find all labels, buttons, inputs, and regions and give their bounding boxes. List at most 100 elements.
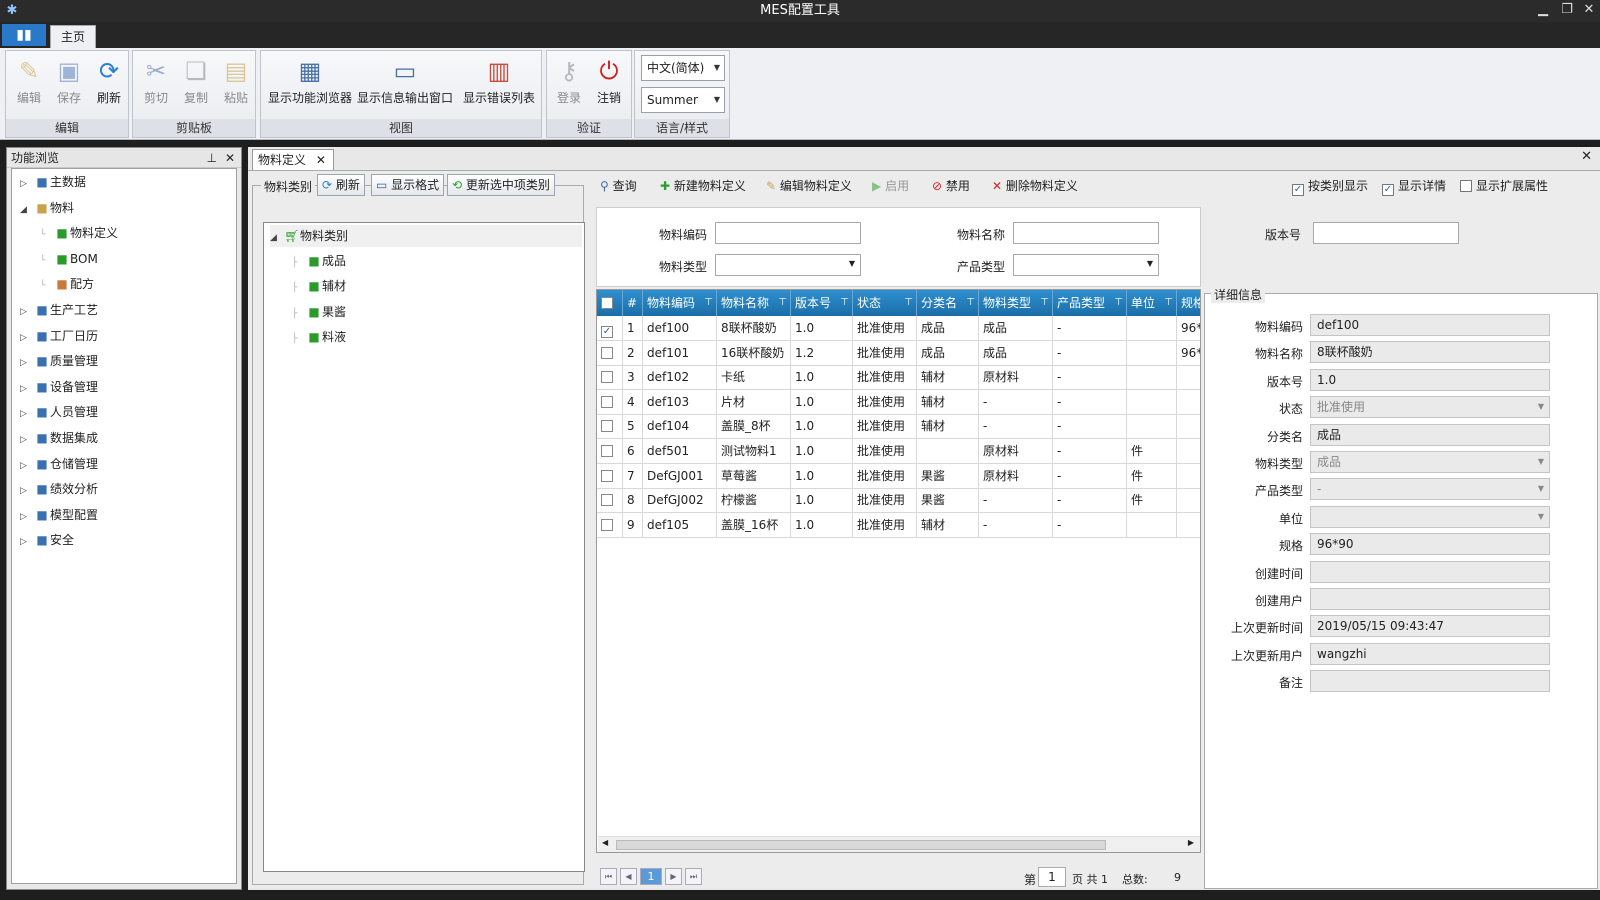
edit-material-button[interactable]: ✎ 编辑物料定义 [766,177,852,195]
filter-icon[interactable]: ⊤ [966,290,975,316]
page-1-button[interactable]: 1 [640,868,662,885]
edit-button[interactable]: ✎ 编辑 [12,55,46,106]
last-page-icon[interactable]: ⏭ [685,868,702,885]
detail-field[interactable] [1310,560,1550,583]
horizontal-scrollbar[interactable]: ◀ ▶ [598,836,1200,852]
style-select[interactable]: Summer ▼ [641,87,725,113]
column-header[interactable]: 物料名称 ⊤ [717,290,791,316]
query-button[interactable]: ⚲ 查询 [600,177,637,195]
column-header[interactable]: 版本号 ⊤ [791,290,853,316]
disable-button[interactable]: ⊘ 禁用 [932,177,970,195]
new-material-button[interactable]: ✚ 新建物料定义 [660,177,746,195]
category-tree-item[interactable]: ├ ■ 果酱 [292,301,346,323]
scroll-right-icon[interactable]: ▶ [1188,838,1194,847]
expand-icon[interactable]: ▷ [20,173,34,195]
expand-icon[interactable]: ▷ [20,480,34,502]
checkbox-checked[interactable]: ✓ [1292,184,1304,196]
refresh-button[interactable]: ⟳ 刷新 [92,55,126,106]
filter-icon[interactable]: ⊤ [704,290,713,316]
cut-button[interactable]: ✂ 剪切 [139,55,173,106]
detail-field[interactable]: 1.0 [1310,368,1550,391]
function-tree-item[interactable]: ▷ ■ 生产工艺 [20,299,98,321]
close-icon[interactable]: ✕ [1578,0,1600,22]
row-checkbox[interactable] [597,389,623,415]
by-category-checkbox[interactable]: ✓ 按类别显示 [1292,177,1368,196]
close-icon[interactable]: ✕ [316,153,326,167]
function-tree-item[interactable]: ▷ ■ 模型配置 [20,504,98,526]
table-row[interactable]: 7 DefGJ001 草莓酱 1.0 批准使用 果酱 原材料 - 件 [597,463,1200,489]
paste-button[interactable]: ▤ 粘贴 [219,55,253,106]
row-checkbox[interactable] [597,512,623,538]
logout-button[interactable]: ⏻ 注销 [591,55,627,106]
close-document-icon[interactable]: ✕ [1581,149,1592,164]
table-row[interactable]: 5 def104 盖膜_8杯 1.0 批准使用 辅材 - - [597,414,1200,440]
name-input[interactable] [1013,222,1159,244]
detail-field[interactable] [1310,670,1550,693]
expand-icon[interactable]: ▷ [20,506,34,528]
show-ext-checkbox[interactable]: 显示扩展属性 [1460,177,1548,195]
row-checkbox[interactable] [597,463,623,489]
delete-material-button[interactable]: ✕ 删除物料定义 [992,177,1078,195]
filter-icon[interactable]: ⊤ [1114,290,1123,316]
checkbox-unchecked[interactable] [601,420,613,433]
expand-icon[interactable]: ▷ [20,301,34,323]
close-icon[interactable]: ✕ [225,148,235,168]
category-tree-item[interactable]: ├ ■ 成品 [292,250,346,272]
detail-field[interactable]: wangzhi [1310,642,1550,665]
detail-field[interactable]: 8联杯酸奶 [1310,341,1550,364]
checkbox-unchecked[interactable] [601,371,613,384]
row-checkbox[interactable] [597,488,623,514]
language-select[interactable]: 中文(简体) ▼ [641,55,725,81]
checkbox-unchecked[interactable] [601,469,613,482]
expand-icon[interactable]: ▷ [20,352,34,374]
function-tree-item[interactable]: └ ■ 配方 [40,273,94,295]
minimize-icon[interactable]: ▁ [1532,0,1554,22]
restore-icon[interactable]: ❐ [1556,0,1578,22]
column-header[interactable]: 产品类型 ⊤ [1053,290,1127,316]
function-tree-item[interactable]: └ ■ BOM [40,248,98,270]
table-row[interactable]: 6 def501 测试物料1 1.0 批准使用 原材料 - 件 [597,439,1200,464]
function-tree-item[interactable]: ▷ ■ 数据集成 [20,427,98,449]
show-error-list-button[interactable]: ▥ 显示错误列表 [459,55,539,106]
collapse-icon[interactable]: ◢ [20,199,34,221]
prev-page-icon[interactable]: ◀ [620,868,637,885]
pin-icon[interactable]: ⊥ [207,148,217,168]
checkbox-unchecked[interactable] [601,518,613,531]
collapse-icon[interactable]: ◢ [270,227,284,249]
type-select[interactable]: ▼ [715,254,861,276]
filter-icon[interactable]: ⊤ [778,290,787,316]
function-tree-item[interactable]: └ ■ 物料定义 [40,222,118,244]
function-tree-item[interactable]: ▷ ■ 人员管理 [20,401,98,423]
detail-select[interactable]: 成品 ▼ [1310,451,1550,473]
scroll-left-icon[interactable]: ◀ [602,838,608,847]
column-header[interactable]: # [623,290,643,316]
tree-node-root[interactable]: ◢ 🛒︎物料类别 [270,225,582,247]
column-header[interactable]: 物料类型 ⊤ [979,290,1053,316]
filter-icon[interactable]: ⊤ [904,290,913,316]
detail-select[interactable]: - ▼ [1310,478,1550,501]
table-row[interactable]: 4 def103 片材 1.0 批准使用 辅材 - - [597,389,1200,415]
checkbox-checked[interactable]: ✓ [1382,184,1394,196]
update-category-button[interactable]: ⟲ 更新选中项类别 [447,174,555,196]
checkbox-unchecked[interactable] [1460,180,1472,192]
table-row[interactable]: 3 def102 卡纸 1.0 批准使用 辅材 原材料 - [597,365,1200,391]
column-header[interactable]: 规格 [1177,290,1200,316]
filter-icon[interactable]: ⊤ [1164,290,1173,316]
tab-material-definition[interactable]: 物料定义 ✕ [252,149,334,170]
expand-icon[interactable]: ▷ [20,378,34,400]
expand-icon[interactable]: ▷ [20,429,34,451]
function-tree-item[interactable]: ▷ ■ 仓储管理 [20,453,98,475]
category-tree-item[interactable]: ├ ■ 料液 [292,326,346,348]
product-type-select[interactable]: ▼ [1013,254,1159,276]
row-checkbox[interactable] [597,340,623,366]
column-header[interactable]: 物料编码 ⊤ [643,290,717,316]
filter-icon[interactable]: ⊤ [1040,290,1049,316]
next-page-icon[interactable]: ▶ [665,868,682,885]
row-checkbox[interactable] [597,365,623,391]
expand-icon[interactable]: ▷ [20,455,34,477]
expand-icon[interactable]: ▷ [20,327,34,349]
show-function-browser-button[interactable]: ▦ 显示功能浏览器 [265,55,355,106]
select-all-checkbox[interactable] [597,290,623,316]
function-tree-item[interactable]: ▷ ■ 设备管理 [20,376,98,398]
category-tree-item[interactable]: ├ ■ 辅材 [292,275,346,297]
